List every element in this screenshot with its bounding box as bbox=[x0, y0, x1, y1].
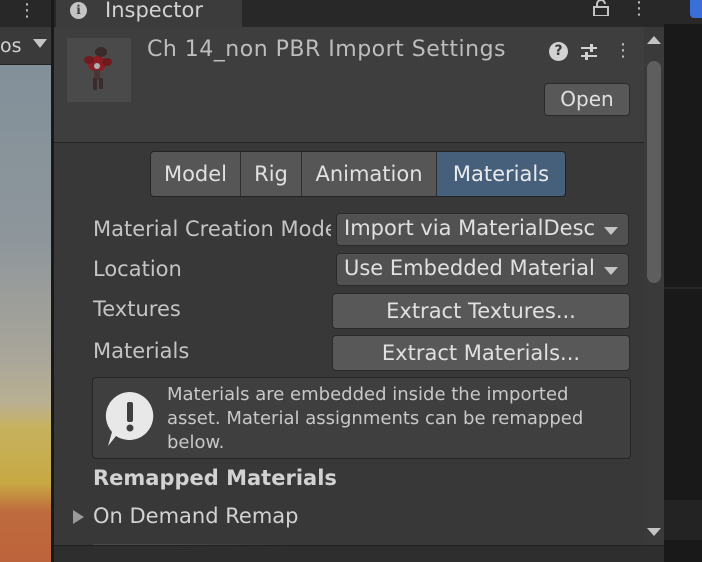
help-box-text: Materials are embedded inside the import… bbox=[167, 384, 584, 453]
inspector-tab-title: Inspector bbox=[105, 0, 203, 22]
remapped-materials-header: Remapped Materials bbox=[93, 466, 337, 490]
dropdown-arrow-icon[interactable] bbox=[33, 39, 47, 48]
divider bbox=[664, 287, 702, 289]
asset-header: Ch 14_non PBR Import Settings ? ⋮ Open bbox=[54, 27, 644, 143]
scene-toolbar: os bbox=[0, 27, 53, 65]
kebab-menu-icon[interactable]: ⋮ bbox=[630, 0, 648, 20]
location-value: Use Embedded Materials bbox=[344, 256, 596, 280]
right-tab-accent[interactable] bbox=[690, 0, 702, 18]
tab-materials[interactable]: Materials bbox=[437, 152, 565, 196]
inspector-tab-bar: i Inspector ⋮ bbox=[54, 0, 664, 27]
warning-exclamation-icon bbox=[105, 391, 154, 446]
tab-inspector[interactable]: i Inspector bbox=[56, 0, 242, 27]
lock-icon[interactable] bbox=[592, 0, 610, 16]
asset-preview-thumbnail bbox=[67, 38, 131, 102]
inspector-scrollbar[interactable] bbox=[644, 27, 664, 545]
extract-materials-button[interactable]: Extract Materials... bbox=[332, 335, 630, 371]
info-icon: i bbox=[70, 2, 87, 19]
location-dropdown[interactable]: Use Embedded Materials bbox=[336, 253, 629, 286]
kebab-menu-icon[interactable]: ⋮ bbox=[614, 39, 632, 65]
material-creation-mode-dropdown[interactable]: Import via MaterialDescription bbox=[336, 213, 629, 246]
on-demand-remap-foldout[interactable]: On Demand Remap bbox=[93, 504, 298, 528]
inspector-window: i Inspector ⋮ Ch 14_non PBR Import Setti… bbox=[54, 0, 664, 562]
materials-label: Materials bbox=[93, 339, 190, 363]
scrollbar-thumb[interactable] bbox=[647, 61, 661, 283]
location-label: Location bbox=[93, 257, 182, 281]
kebab-menu-icon[interactable]: ⋮ bbox=[18, 0, 36, 24]
scene-panel: ⋮ os bbox=[0, 0, 53, 562]
right-panel bbox=[664, 0, 702, 562]
presets-sliders-icon[interactable] bbox=[579, 42, 599, 62]
scene-view[interactable] bbox=[0, 65, 51, 562]
next-component-header[interactable] bbox=[54, 545, 664, 562]
right-lower-block bbox=[664, 500, 702, 540]
help-icon[interactable]: ? bbox=[549, 42, 568, 61]
scroll-down-icon[interactable] bbox=[647, 528, 661, 536]
extract-textures-button[interactable]: Extract Textures... bbox=[332, 293, 630, 329]
chevron-down-icon bbox=[604, 227, 618, 235]
scroll-up-icon[interactable] bbox=[647, 36, 661, 44]
tab-model[interactable]: Model bbox=[151, 152, 241, 196]
importer-tabs: Model Rig Animation Materials bbox=[150, 151, 566, 197]
scene-tab-bar: ⋮ bbox=[0, 0, 53, 24]
foldout-arrow-icon[interactable] bbox=[73, 510, 84, 524]
textures-label: Textures bbox=[93, 297, 181, 321]
open-button[interactable]: Open bbox=[544, 83, 630, 116]
tab-animation[interactable]: Animation bbox=[302, 152, 437, 196]
character-figure-icon bbox=[84, 47, 112, 90]
right-tab-bar bbox=[664, 0, 702, 24]
tab-rig[interactable]: Rig bbox=[241, 152, 302, 196]
help-box: Materials are embedded inside the import… bbox=[92, 377, 631, 459]
toolbar-label[interactable]: os bbox=[0, 35, 22, 57]
asset-title: Ch 14_non PBR Import Settings bbox=[147, 37, 507, 62]
chevron-down-icon bbox=[604, 267, 618, 275]
material-creation-mode-value: Import via MaterialDescription bbox=[344, 216, 596, 240]
material-creation-mode-label: Material Creation Mode bbox=[93, 217, 331, 241]
